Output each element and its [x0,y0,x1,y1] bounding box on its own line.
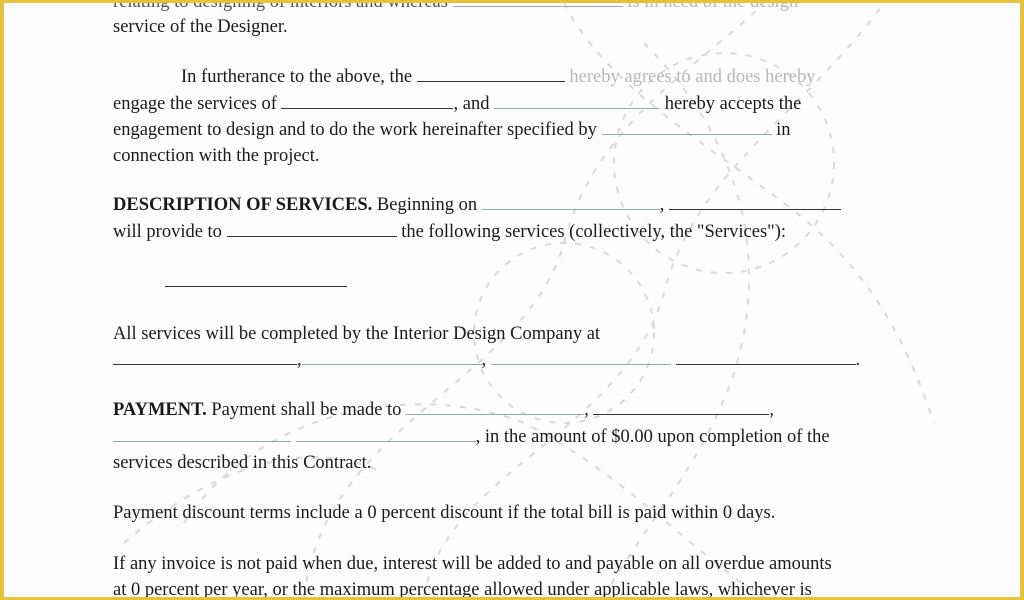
blank-field[interactable] [113,425,291,442]
discount-terms: Payment discount terms include a 0 perce… [113,503,776,523]
blank-field[interactable] [481,193,660,210]
blank-field[interactable] [113,348,297,365]
services-heading: DESCRIPTION OF SERVICES. [113,195,373,215]
furtherance-line-1: In furtherance to the above, the hereby … [181,65,816,87]
interest-line-1: If any invoice is not paid when due, int… [113,554,832,574]
payment-line-2: , in the amount of $0.00 upon completion… [113,424,830,451]
payment-heading: PAYMENT. [113,400,207,420]
completion-line-2: ,, . [113,347,860,374]
blank-field[interactable] [301,348,482,365]
blank-field[interactable] [226,220,397,237]
services-blank-line [165,269,347,296]
payment-line-1: PAYMENT. Payment shall be made to , , [113,398,774,420]
blank-field[interactable] [165,270,347,287]
interest-line-2: at 0 percent per year, or the maximum pe… [113,580,812,597]
document-page: relating to designing of interiors and w… [4,3,1020,597]
blank-field[interactable] [668,193,841,210]
blank-field[interactable] [494,92,661,109]
blank-field[interactable] [452,3,623,7]
blank-field[interactable] [295,425,476,442]
blank-field[interactable] [416,65,565,82]
intro-end: service of the Designer. [113,17,288,37]
blank-field[interactable] [490,348,671,365]
payment-line-3: services described in this Contract. [113,453,372,473]
services-line-2: will provide to the following services (… [113,220,786,242]
blank-field[interactable] [675,348,856,365]
services-line-1: DESCRIPTION OF SERVICES. Beginning on , [113,192,841,219]
furtherance-line-4: connection with the project. [113,146,320,166]
completion-line-1: All services will be completed by the In… [113,324,601,344]
blank-field[interactable] [593,398,770,415]
blank-field[interactable] [601,118,772,135]
furtherance-line-2: engage the services of , and hereby acce… [113,92,802,114]
blank-field[interactable] [281,92,454,109]
blank-field[interactable] [406,398,585,415]
furtherance-line-3: engagement to design and to do the work … [113,118,791,140]
